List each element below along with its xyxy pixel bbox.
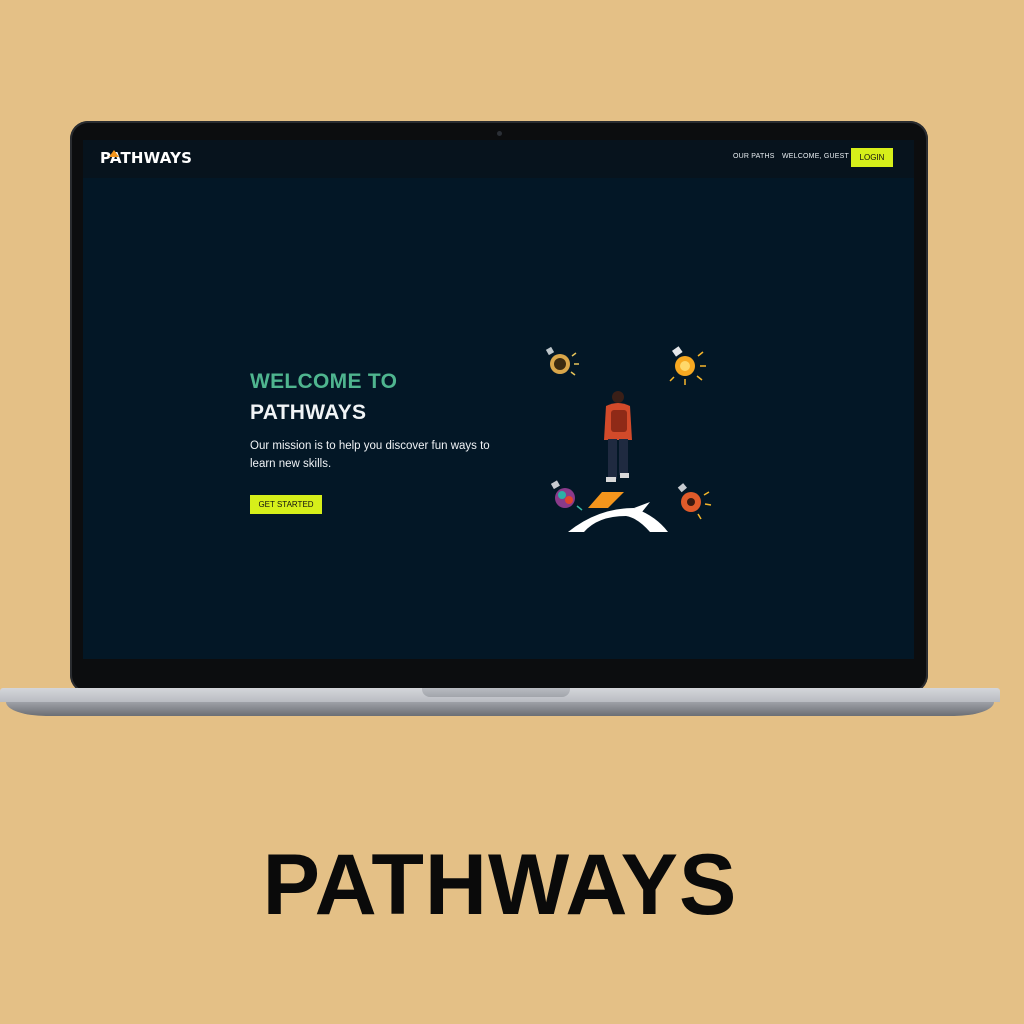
walking-person-figure (604, 391, 632, 482)
gear-bulb-icon (677, 483, 712, 520)
lightbulb-icon (669, 346, 706, 385)
brain-bulb-icon (550, 480, 583, 511)
caption-title: PATHWAYS (262, 837, 738, 933)
laptop-notch (422, 688, 570, 697)
top-navbar: PATHWAYS OUR PATHS WELCOME, GUEST LOGIN (83, 140, 914, 178)
idea-bulb-icon (545, 346, 579, 376)
hero-illustration (545, 346, 712, 532)
webcam (497, 131, 502, 136)
hero-title-line1: WELCOME TO (250, 370, 398, 393)
road-path-graphic (568, 492, 668, 532)
browser-viewport: PATHWAYS OUR PATHS WELCOME, GUEST LOGIN … (83, 140, 914, 659)
site-logo[interactable]: PATHWAYS (100, 149, 195, 167)
get-started-button[interactable]: GET STARTED (250, 495, 322, 514)
nav-our-paths[interactable]: OUR PATHS (733, 153, 775, 160)
hero-description: Our mission is to help you discover fun … (250, 440, 490, 470)
nav-welcome-guest[interactable]: WELCOME, GUEST (782, 153, 849, 160)
login-button[interactable]: LOGIN (851, 148, 893, 167)
hero-title-line2: PATHWAYS (250, 401, 367, 424)
logo-arrow-icon (109, 150, 119, 157)
